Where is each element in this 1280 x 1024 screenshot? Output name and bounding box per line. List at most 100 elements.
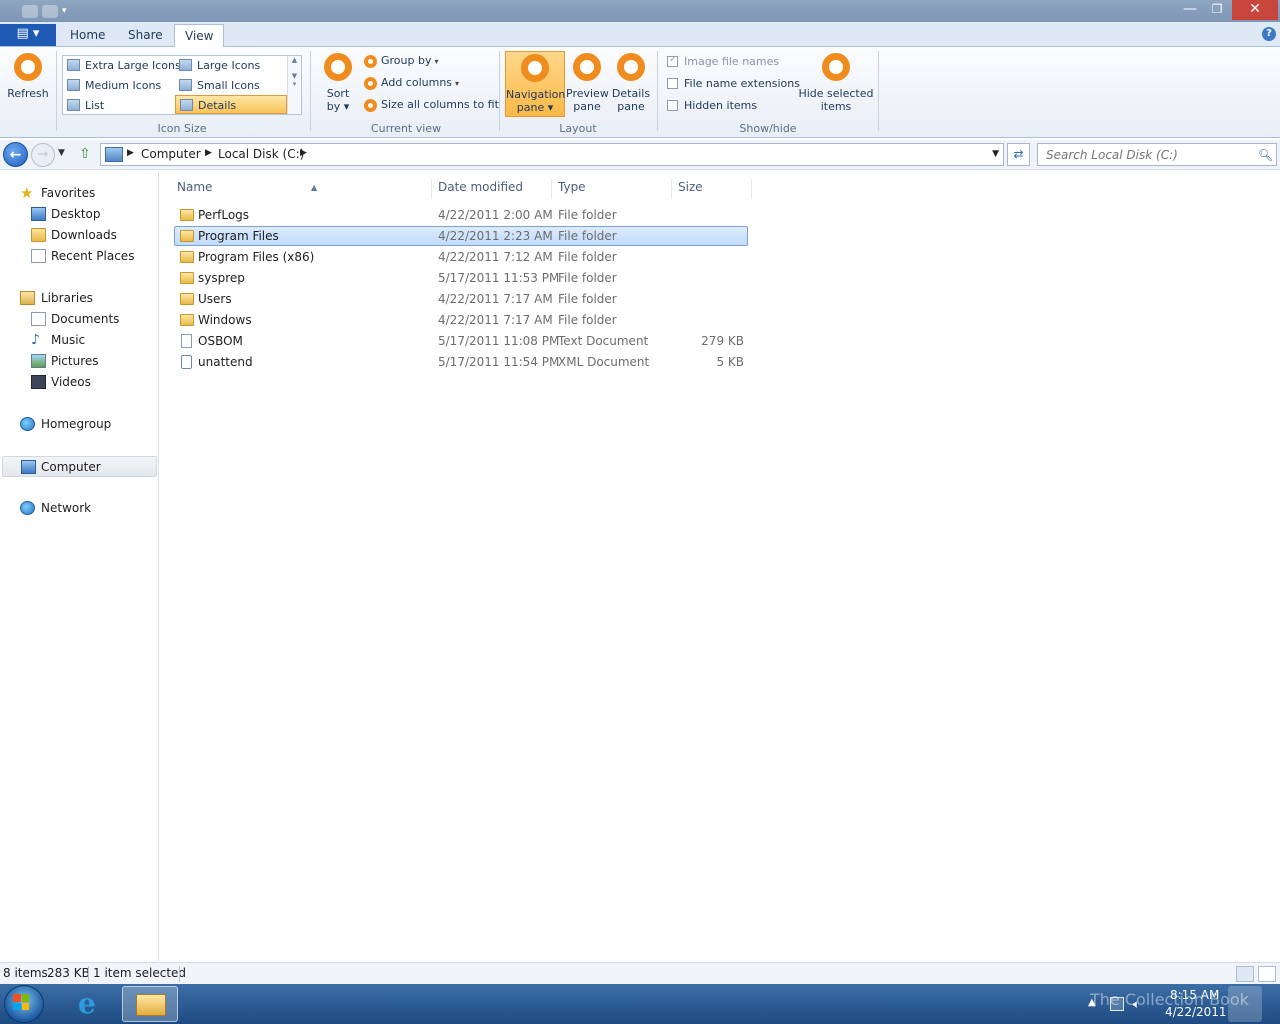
- taskbar-file-explorer[interactable]: [122, 986, 178, 1022]
- refresh-button[interactable]: Refresh: [4, 53, 52, 100]
- file-row-perflogs[interactable]: PerfLogs 4/22/2011 2:00 AM File folder: [174, 205, 748, 225]
- navigation-pane-icon: [521, 54, 549, 82]
- file-row-program-files-x86[interactable]: Program Files (x86) 4/22/2011 7:12 AM Fi…: [174, 247, 748, 267]
- nav-network[interactable]: Network: [0, 498, 157, 519]
- file-row-program-files[interactable]: Program Files 4/22/2011 2:23 AM File fol…: [174, 226, 748, 246]
- nav-music[interactable]: ♪ Music: [0, 330, 157, 351]
- details-pane-button[interactable]: Details pane: [610, 53, 652, 113]
- column-header-name[interactable]: Name ▲: [174, 179, 432, 199]
- large-icons-toggle-icon[interactable]: [1258, 966, 1276, 982]
- search-input[interactable]: [1037, 143, 1277, 166]
- star-icon: ★: [20, 184, 34, 202]
- column-header-type[interactable]: Type: [552, 179, 672, 199]
- nav-computer[interactable]: Computer: [2, 456, 157, 477]
- image-file-names-check: [667, 54, 678, 67]
- file-row-users[interactable]: Users 4/22/2011 7:17 AM File folder: [174, 289, 748, 309]
- small-icons-option[interactable]: Small Icons: [175, 76, 287, 95]
- nav-videos[interactable]: Videos: [0, 372, 157, 393]
- properties-icon[interactable]: [22, 4, 38, 18]
- hide-selected-icon: [822, 53, 850, 81]
- preview-pane-button[interactable]: Preview pane: [566, 53, 609, 113]
- tab-share[interactable]: Share: [118, 24, 173, 48]
- folder-icon: [180, 272, 194, 284]
- show-desktop-button[interactable]: [1228, 986, 1262, 1022]
- nav-libraries[interactable]: Libraries: [0, 288, 157, 309]
- folder-icon: [180, 230, 194, 242]
- gallery-scrollbar[interactable]: ▲ ▼ ▾: [287, 56, 301, 114]
- status-bar: 8 items 283 KB 1 item selected: [0, 962, 1280, 984]
- homegroup-icon: [20, 417, 35, 431]
- medium-icons-option[interactable]: Medium Icons: [63, 76, 175, 95]
- sort-by-button[interactable]: Sort by ▾: [318, 53, 358, 113]
- size-all-columns-button[interactable]: Size all columns to fit: [364, 98, 499, 112]
- tab-view[interactable]: View: [174, 24, 225, 48]
- folder-icon: [180, 314, 194, 326]
- breadcrumb-chevron-icon[interactable]: ▶: [300, 148, 307, 158]
- column-header-size[interactable]: Size: [672, 179, 752, 199]
- breadcrumb-local-disk[interactable]: Local Disk (C:): [218, 147, 304, 161]
- up-folder-icon[interactable]: ⇧: [76, 145, 94, 163]
- nav-downloads[interactable]: Downloads: [0, 225, 157, 246]
- address-history-dropdown[interactable]: ▼: [992, 149, 999, 159]
- file-row-sysprep[interactable]: sysprep 5/17/2011 11:53 PM File folder: [174, 268, 748, 288]
- small-icons-icon: [179, 79, 192, 91]
- add-columns-button[interactable]: Add columns ▾: [364, 76, 459, 90]
- search-icon[interactable]: 🔍︎: [1258, 148, 1273, 162]
- pictures-icon: [31, 354, 46, 368]
- navigation-pane-button[interactable]: Navigation pane ▾: [505, 51, 565, 117]
- nav-pictures[interactable]: Pictures: [0, 351, 157, 372]
- clock-date[interactable]: 4/22/2011: [1165, 1005, 1227, 1019]
- clock-time[interactable]: 8:15 AM: [1170, 988, 1219, 1002]
- nav-desktop[interactable]: Desktop: [0, 204, 157, 225]
- large-icons-option[interactable]: Large Icons: [175, 56, 287, 75]
- nav-favorites[interactable]: ★ Favorites: [0, 183, 157, 204]
- close-button[interactable]: ✕: [1232, 0, 1278, 20]
- breadcrumb-chevron-icon[interactable]: ▶: [127, 148, 134, 158]
- details-pane-icon: [617, 53, 645, 81]
- column-header-date[interactable]: Date modified: [432, 179, 552, 199]
- details-view-toggle-icon[interactable]: [1236, 966, 1254, 982]
- customize-qat-icon[interactable]: ▾: [62, 5, 70, 18]
- group-by-button[interactable]: Group by ▾: [364, 54, 439, 68]
- back-button[interactable]: ←: [3, 142, 28, 167]
- large-icons-icon: [179, 59, 192, 71]
- computer-icon: [21, 460, 36, 474]
- breadcrumb-computer[interactable]: Computer: [141, 147, 201, 161]
- size-columns-icon: [364, 98, 377, 112]
- minimize-button[interactable]: —: [1178, 0, 1202, 20]
- videos-filmstrip-icon: [31, 375, 46, 389]
- folder-icon: [180, 251, 194, 263]
- tab-home[interactable]: Home: [60, 24, 115, 48]
- nav-homegroup[interactable]: Homegroup: [0, 414, 157, 435]
- file-name-extensions-check: [667, 77, 678, 89]
- ribbon: Refresh Extra Large Icons Large Icons Me…: [0, 47, 1280, 138]
- file-menu-button[interactable]: ▤ ▾: [0, 24, 56, 46]
- nav-recent-places[interactable]: Recent Places: [0, 246, 157, 267]
- maximize-button[interactable]: ❐: [1205, 0, 1229, 20]
- help-icon[interactable]: ?: [1262, 27, 1276, 41]
- details-option[interactable]: Details: [175, 95, 287, 114]
- image-file-names-checkbox[interactable]: Image file names: [667, 54, 779, 68]
- status-total-size: 283 KB: [47, 966, 90, 980]
- taskbar-internet-explorer[interactable]: e: [62, 986, 118, 1022]
- list-option[interactable]: List: [63, 96, 175, 115]
- group-by-icon: [364, 54, 377, 68]
- hide-selected-items-button[interactable]: Hide selected items: [798, 53, 874, 113]
- file-row-osbom[interactable]: OSBOM 5/17/2011 11:08 PM Text Document 2…: [174, 331, 748, 351]
- file-name-extensions-checkbox[interactable]: File name extensions: [667, 77, 800, 90]
- refresh-address-button[interactable]: ⇄: [1007, 143, 1030, 166]
- title-bar: ▾ — ❐ ✕: [0, 0, 1280, 22]
- file-row-windows[interactable]: Windows 4/22/2011 7:17 AM File folder: [174, 310, 748, 330]
- details-view-icon: [180, 99, 193, 111]
- text-document-icon: [181, 334, 192, 348]
- nav-documents[interactable]: Documents: [0, 309, 157, 330]
- forward-button[interactable]: →: [31, 143, 55, 167]
- extra-large-icons-option[interactable]: Extra Large Icons: [63, 56, 181, 75]
- new-folder-icon[interactable]: [42, 4, 58, 18]
- file-list: Name ▲ Date modified Type Size PerfLogs …: [160, 171, 1280, 961]
- hidden-items-checkbox[interactable]: Hidden items: [667, 99, 757, 112]
- recent-locations-dropdown[interactable]: ▼: [58, 148, 65, 158]
- breadcrumb-chevron-icon[interactable]: ▶: [205, 148, 212, 158]
- address-bar[interactable]: ▶ Computer ▶ Local Disk (C:) ▶ ▼: [100, 143, 1004, 166]
- file-row-unattend[interactable]: unattend 5/17/2011 11:54 PM XML Document…: [174, 352, 748, 372]
